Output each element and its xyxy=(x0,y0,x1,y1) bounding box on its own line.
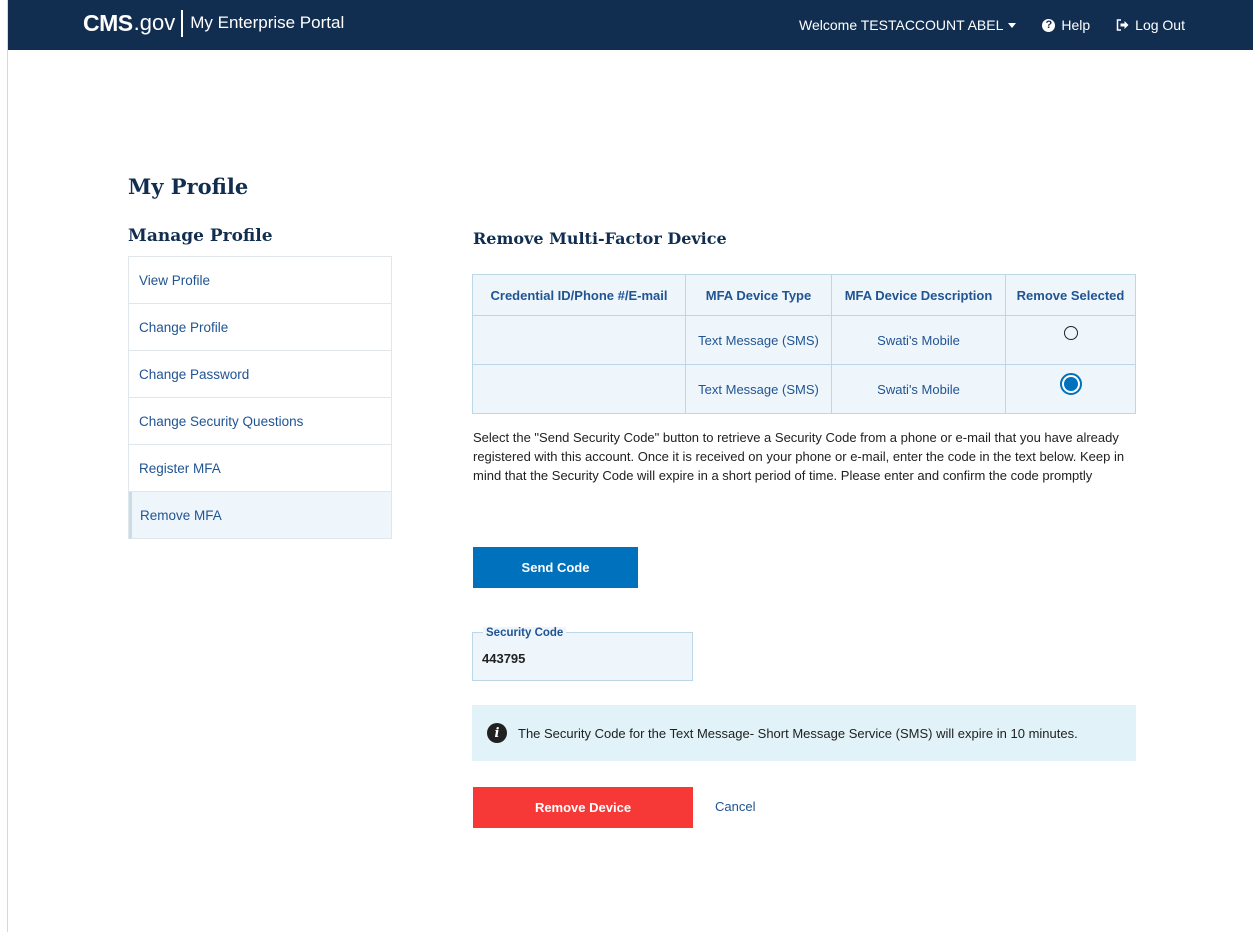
sidebar-item-change-password[interactable]: Change Password xyxy=(129,351,391,398)
cancel-link[interactable]: Cancel xyxy=(715,799,755,814)
device-description-cell: Swati's Mobile xyxy=(831,364,1006,414)
device-type-cell: Text Message (SMS) xyxy=(685,364,832,414)
mfa-devices-table: Credential ID/Phone #/E-mail MFA Device … xyxy=(472,274,1136,414)
sidebar-item-change-security-questions[interactable]: Change Security Questions xyxy=(129,398,391,445)
sidebar-item-register-mfa[interactable]: Register MFA xyxy=(129,445,391,492)
brand-portal-name: My Enterprise Portal xyxy=(190,13,345,32)
help-link[interactable]: ? Help xyxy=(1042,17,1090,33)
remove-select-radio[interactable] xyxy=(1063,325,1078,340)
device-description-cell: Swati's Mobile xyxy=(831,315,1006,365)
alert-message: The Security Code for the Text Message- … xyxy=(518,725,1078,741)
sidebar-item-change-profile[interactable]: Change Profile xyxy=(129,304,391,351)
send-code-button[interactable]: Send Code xyxy=(473,547,638,588)
column-header-device-type: MFA Device Type xyxy=(685,274,832,316)
brand-divider xyxy=(181,9,184,37)
security-code-label: Security Code xyxy=(483,627,567,639)
brand-logo[interactable]: CMS .gov My Enterprise Portal xyxy=(83,9,344,37)
logout-link[interactable]: Log Out xyxy=(1116,17,1185,33)
logout-label: Log Out xyxy=(1135,17,1185,33)
column-header-remove-selected: Remove Selected xyxy=(1005,274,1136,316)
remove-select-cell xyxy=(1005,315,1136,365)
sidebar-title: Manage Profile xyxy=(128,226,273,246)
top-navbar: CMS .gov My Enterprise Portal Welcome TE… xyxy=(8,0,1253,50)
caret-down-icon xyxy=(1008,22,1017,28)
welcome-text: Welcome TESTACCOUNT ABEL xyxy=(799,17,1004,33)
question-circle-icon: ? xyxy=(1042,18,1056,32)
remove-select-cell xyxy=(1005,364,1136,414)
help-label: Help xyxy=(1061,17,1091,33)
brand-cms-text: CMS xyxy=(83,9,133,36)
section-title: Remove Multi-Factor Device xyxy=(473,229,727,248)
device-type-cell: Text Message (SMS) xyxy=(685,315,832,365)
table-header-row: Credential ID/Phone #/E-mail MFA Device … xyxy=(472,274,1136,316)
remove-select-radio[interactable] xyxy=(1059,372,1082,395)
user-menu-dropdown[interactable]: Welcome TESTACCOUNT ABEL xyxy=(799,17,1017,33)
credential-cell xyxy=(472,364,686,414)
brand-gov-text: .gov xyxy=(133,10,176,35)
instructions-text: Select the "Send Security Code" button t… xyxy=(473,430,1125,483)
sidebar-item-remove-mfa[interactable]: Remove MFA xyxy=(129,492,391,539)
sidebar-item-view-profile[interactable]: View Profile xyxy=(129,257,391,304)
page-left-border xyxy=(7,0,8,932)
remove-device-button[interactable]: Remove Device xyxy=(473,787,693,828)
security-code-field[interactable]: Security Code xyxy=(472,627,693,681)
top-nav-menu: Welcome TESTACCOUNT ABEL ? Help Log Out xyxy=(799,0,1185,50)
credential-cell xyxy=(472,315,686,365)
security-code-input[interactable] xyxy=(482,651,662,666)
column-header-device-description: MFA Device Description xyxy=(831,274,1006,316)
info-icon: i xyxy=(487,723,507,743)
table-row: Text Message (SMS) Swati's Mobile xyxy=(472,364,1136,414)
table-row: Text Message (SMS) Swati's Mobile xyxy=(472,315,1136,365)
page-title: My Profile xyxy=(128,174,249,199)
sidebar-nav: View Profile Change Profile Change Passw… xyxy=(128,256,392,539)
info-alert: i The Security Code for the Text Message… xyxy=(472,705,1136,761)
sign-out-icon xyxy=(1116,19,1129,31)
column-header-credential: Credential ID/Phone #/E-mail xyxy=(472,274,686,316)
